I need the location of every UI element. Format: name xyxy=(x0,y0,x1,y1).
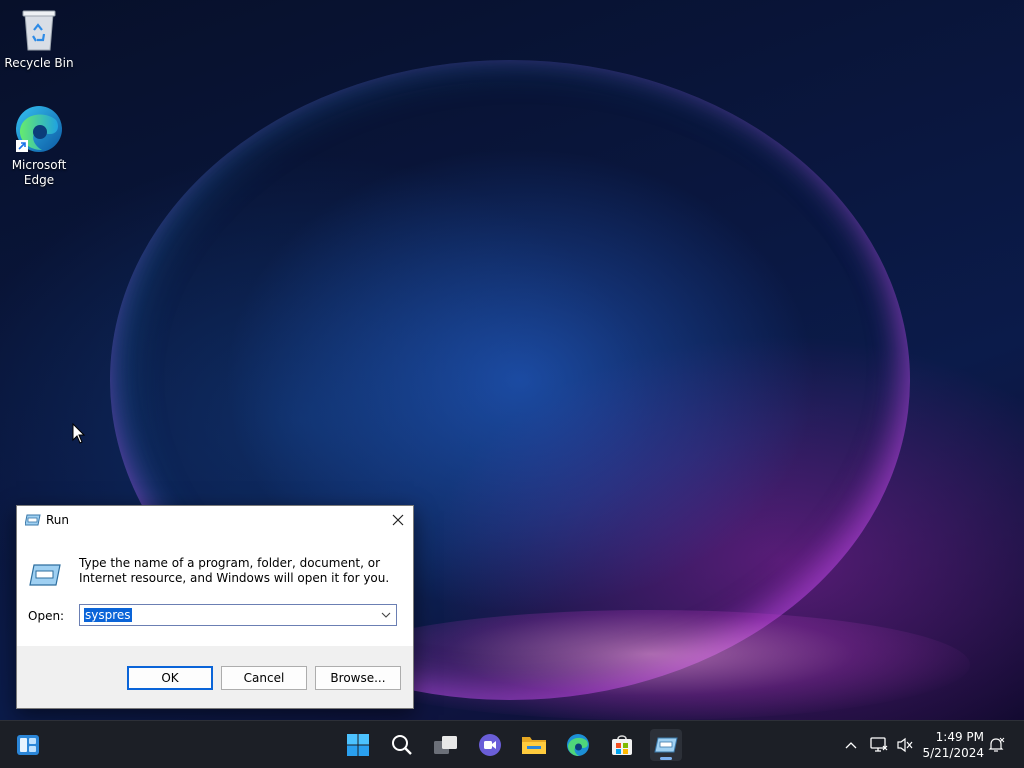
show-hidden-icons-button[interactable] xyxy=(841,735,861,755)
task-view-icon xyxy=(434,736,457,754)
chevron-up-icon xyxy=(845,742,857,749)
mouse-cursor-icon xyxy=(72,423,86,444)
widgets-icon xyxy=(17,735,39,755)
close-icon xyxy=(392,514,404,526)
start-icon xyxy=(347,734,369,756)
run-titlebar[interactable]: Run xyxy=(17,506,413,534)
network-button[interactable] xyxy=(869,735,889,755)
run-body: Type the name of a program, folder, docu… xyxy=(17,534,413,646)
taskbar-clock[interactable]: 1:49 PM 5/21/2024 xyxy=(920,729,984,761)
chat-button[interactable] xyxy=(474,729,506,761)
volume-button[interactable] xyxy=(895,735,915,755)
widgets-button[interactable] xyxy=(12,729,44,761)
file-explorer-icon xyxy=(522,737,546,754)
browse-button[interactable]: Browse... xyxy=(315,666,401,690)
notification-button[interactable] xyxy=(986,735,1006,755)
taskbar: 1:49 PM 5/21/2024 xyxy=(0,720,1024,768)
run-icon xyxy=(25,514,41,526)
desktop-icon-microsoft-edge[interactable]: Microsoft Edge xyxy=(1,104,77,188)
chevron-down-icon xyxy=(381,612,391,618)
notification-icon xyxy=(988,737,1005,752)
run-app-icon xyxy=(29,564,61,586)
wallpaper-glow xyxy=(330,610,970,720)
task-view-button[interactable] xyxy=(430,729,462,761)
start-button[interactable] xyxy=(342,729,374,761)
volume-muted-icon xyxy=(897,737,913,753)
dropdown-button[interactable] xyxy=(378,607,394,623)
store-icon xyxy=(612,735,632,755)
open-label: Open: xyxy=(28,609,65,623)
search-button[interactable] xyxy=(386,729,418,761)
close-button[interactable] xyxy=(383,506,413,534)
cancel-button[interactable]: Cancel xyxy=(221,666,307,690)
open-combobox[interactable]: syspres xyxy=(79,604,397,626)
run-description: Type the name of a program, folder, docu… xyxy=(79,556,390,585)
recycle-bin-icon xyxy=(22,10,56,51)
ok-button[interactable]: OK xyxy=(127,666,213,690)
run-taskbar-button[interactable] xyxy=(650,729,682,761)
search-icon xyxy=(392,735,412,755)
run-icon xyxy=(654,737,678,753)
open-input-value[interactable]: syspres xyxy=(84,608,132,622)
edge-icon xyxy=(16,106,62,152)
desktop-icon-label: Recycle Bin xyxy=(4,56,74,70)
chat-icon xyxy=(479,734,501,756)
network-icon xyxy=(870,737,888,752)
file-explorer-button[interactable] xyxy=(518,729,550,761)
clock-date: 5/21/2024 xyxy=(922,746,984,760)
edge-icon xyxy=(567,734,589,756)
edge-taskbar-button[interactable] xyxy=(562,729,594,761)
clock-time: 1:49 PM xyxy=(935,730,984,744)
desktop-icon-recycle-bin[interactable]: Recycle Bin xyxy=(1,8,77,71)
run-title: Run xyxy=(46,513,70,527)
store-button[interactable] xyxy=(606,729,638,761)
desktop-icon-label: Microsoft Edge xyxy=(11,158,67,187)
run-dialog: Run Type the name of a program, folder, … xyxy=(16,505,414,709)
